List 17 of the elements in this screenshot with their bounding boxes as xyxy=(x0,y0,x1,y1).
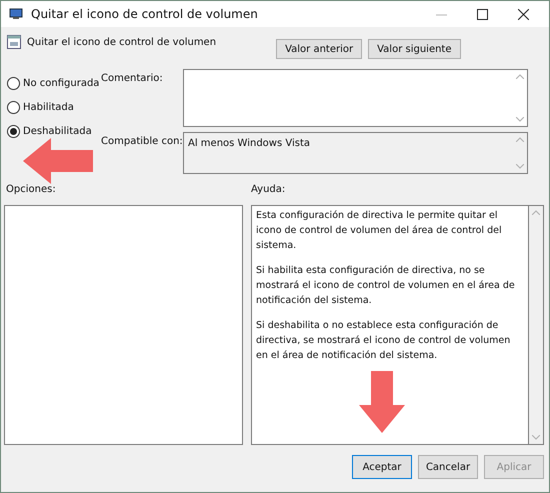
dialog-button[interactable]: Aceptar xyxy=(352,455,412,479)
help-label: Ayuda: xyxy=(251,183,286,197)
radio-option[interactable]: No configurada xyxy=(7,75,100,91)
options-label: Opciones: xyxy=(6,183,57,197)
comment-label: Comentario: xyxy=(101,72,164,86)
compatible-field: Al menos Windows Vista xyxy=(183,132,528,174)
compatible-label: Compatible con: xyxy=(101,135,183,149)
radio-option[interactable]: Habilitada xyxy=(7,99,74,115)
help-text: Si habilita esta configuración de directiva, no se mostrará el icono de control de volumen en el área de notificación del sistema. xyxy=(256,264,516,308)
radio-option[interactable]: Deshabilitada xyxy=(7,123,92,139)
nav-button[interactable]: Valor anterior xyxy=(276,39,362,59)
policy-title: Quitar el icono de control de volumen xyxy=(27,36,216,50)
help-text: Si deshabilita o no establece esta configuración de directiva, se mostrará el icono de control de volumen en el área de notificación del sistema. xyxy=(256,319,512,363)
nav-button[interactable]: Valor siguiente xyxy=(368,39,461,59)
window-title: Quitar el icono de control de volumen xyxy=(31,6,258,23)
dialog-button[interactable]: Cancelar xyxy=(418,455,478,479)
help-text: Esta configuración de directiva le permite quitar el icono de control de volumen del área de control del sistema. xyxy=(256,209,503,253)
